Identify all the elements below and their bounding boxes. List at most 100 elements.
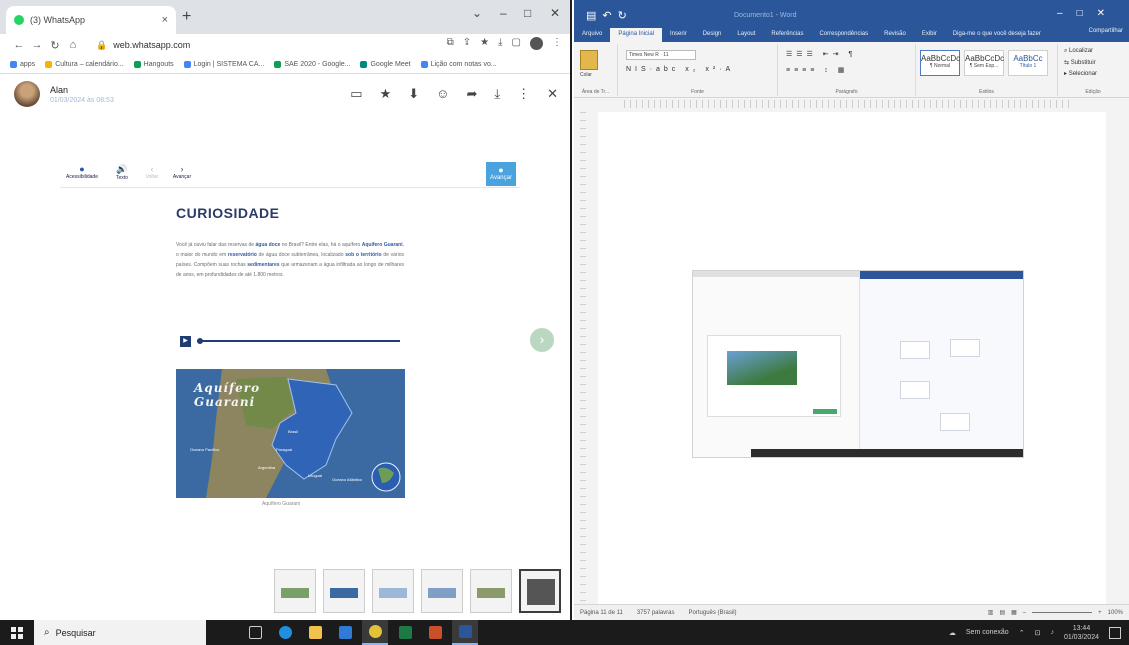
avatar[interactable] bbox=[14, 81, 40, 107]
share-icon[interactable]: ⇪ bbox=[463, 37, 471, 50]
print-layout-icon[interactable]: ▤ bbox=[999, 609, 1005, 616]
zoom-level[interactable]: 100% bbox=[1108, 610, 1123, 616]
message-icon[interactable]: ▭ bbox=[350, 86, 362, 102]
ribbon-tab[interactable]: Inserir bbox=[662, 28, 695, 42]
vertical-ruler[interactable] bbox=[580, 112, 586, 602]
powerpoint-icon[interactable] bbox=[422, 620, 448, 645]
close-window-icon[interactable]: ✕ bbox=[550, 6, 560, 20]
bookmark-item[interactable]: apps bbox=[10, 61, 35, 68]
forward-button[interactable]: › Avançar bbox=[162, 164, 202, 180]
chevron-up-icon[interactable]: ⌃ bbox=[1019, 629, 1025, 637]
weather-icon[interactable]: ☁ bbox=[949, 629, 956, 637]
ribbon-tab[interactable]: Referências bbox=[763, 28, 811, 42]
edge-icon[interactable] bbox=[272, 620, 298, 645]
format-buttons[interactable]: NIS·abc x₂ x²·A bbox=[626, 66, 734, 73]
ribbon-tab[interactable]: Revisão bbox=[876, 28, 914, 42]
star-icon[interactable]: ★ bbox=[380, 86, 392, 102]
read-mode-icon[interactable]: ▥ bbox=[988, 609, 994, 616]
start-button[interactable] bbox=[0, 620, 34, 645]
reload-icon[interactable]: ↻ bbox=[46, 39, 64, 52]
bookmark-item[interactable]: Cultura – calendário... bbox=[45, 61, 124, 68]
url-field[interactable]: 🔒 web.whatsapp.com bbox=[96, 36, 396, 54]
ribbon-tab[interactable]: Correspondências bbox=[811, 28, 876, 42]
page-count[interactable]: Página 11 de 11 bbox=[580, 610, 623, 616]
maximize-icon[interactable]: □ bbox=[524, 6, 531, 20]
task-view-icon[interactable] bbox=[242, 620, 268, 645]
forward-icon[interactable]: ➦ bbox=[466, 86, 477, 102]
word-icon[interactable] bbox=[452, 620, 478, 645]
volume-icon[interactable]: ♪ bbox=[1050, 629, 1054, 636]
browser-tab[interactable]: (3) WhatsApp × bbox=[6, 6, 176, 34]
web-layout-icon[interactable]: ▦ bbox=[1011, 609, 1017, 616]
bookmark-item[interactable]: Login | SISTEMA CA... bbox=[183, 61, 264, 68]
ribbon-tab[interactable]: Arquivo bbox=[574, 28, 610, 42]
menu-icon[interactable]: ⋮ bbox=[517, 86, 530, 102]
style-normal[interactable]: AaBbCcDc ¶ Normal bbox=[920, 50, 960, 76]
font-name-box[interactable]: Times New R · 11 bbox=[626, 50, 696, 60]
language-status[interactable]: Português (Brasil) bbox=[689, 610, 737, 616]
align-buttons[interactable]: ≡≡≡≡ ↕ ▦ bbox=[786, 66, 848, 74]
style-no-spacing[interactable]: AaBbCcDc ¶ Sem Esp... bbox=[964, 50, 1004, 76]
audio-progress-knob[interactable] bbox=[197, 338, 203, 344]
style-heading1[interactable]: AaBbCc Título 1 bbox=[1008, 50, 1048, 76]
horizontal-ruler[interactable] bbox=[624, 100, 1074, 108]
media-thumbnail[interactable] bbox=[470, 569, 512, 613]
find-button[interactable]: ⌕ Localizar bbox=[1064, 48, 1093, 55]
window-controls[interactable]: –□✕ bbox=[1057, 8, 1119, 19]
share-button[interactable]: Compartilhar bbox=[1089, 28, 1129, 42]
ribbon-tab[interactable]: Design bbox=[695, 28, 730, 42]
play-icon[interactable]: ▶ bbox=[180, 335, 191, 347]
bookmark-item[interactable]: SAE 2020 - Google... bbox=[274, 61, 350, 68]
zoom-out-icon[interactable]: – bbox=[1023, 610, 1026, 616]
media-thumbnail-selected[interactable] bbox=[519, 569, 561, 613]
network-status[interactable]: Sem conexão bbox=[966, 629, 1009, 636]
taskbar-search[interactable]: ⌕ Pesquisar bbox=[34, 620, 206, 645]
forward-arrow-icon[interactable]: → bbox=[28, 39, 46, 51]
network-icon[interactable]: ⊡ bbox=[1035, 629, 1041, 637]
word-count[interactable]: 3757 palavras bbox=[637, 610, 675, 616]
notification-icon[interactable] bbox=[1109, 626, 1121, 639]
close-icon[interactable]: ✕ bbox=[547, 86, 558, 102]
sidebar-icon[interactable]: ▢ bbox=[512, 37, 521, 50]
pin-icon[interactable]: ⬇ bbox=[408, 86, 419, 102]
minimize-icon[interactable]: – bbox=[500, 6, 507, 20]
browser-menu-icon[interactable]: ⋮ bbox=[552, 37, 562, 50]
chrome-icon[interactable] bbox=[362, 620, 388, 645]
file-explorer-icon[interactable] bbox=[302, 620, 328, 645]
zoom-in-icon[interactable]: + bbox=[1098, 610, 1102, 616]
translate-icon[interactable]: ⧉ bbox=[447, 37, 454, 50]
media-thumbnail[interactable] bbox=[323, 569, 365, 613]
bookmark-star-icon[interactable]: ★ bbox=[480, 37, 489, 50]
ribbon-tab[interactable]: Layout bbox=[729, 28, 763, 42]
media-thumbnail[interactable] bbox=[421, 569, 463, 613]
download-icon[interactable]: ⤓ bbox=[494, 86, 500, 102]
media-thumbnail[interactable] bbox=[274, 569, 316, 613]
replace-button[interactable]: ⇆ Substituir bbox=[1064, 59, 1096, 66]
close-tab-icon[interactable]: × bbox=[162, 14, 168, 26]
profile-avatar-icon[interactable] bbox=[530, 37, 543, 50]
list-buttons[interactable]: ☰☰☰ ⇤⇥ ¶ bbox=[786, 50, 856, 58]
mail-icon[interactable] bbox=[332, 620, 358, 645]
pasted-screenshot-image[interactable] bbox=[692, 270, 1024, 458]
paste-icon[interactable] bbox=[580, 50, 598, 70]
ribbon-tab[interactable]: Página Inicial bbox=[610, 28, 663, 42]
new-tab-button[interactable]: + bbox=[182, 8, 191, 26]
excel-icon[interactable] bbox=[392, 620, 418, 645]
bookmark-item[interactable]: Google Meet bbox=[360, 61, 411, 68]
bookmark-item[interactable]: Hangouts bbox=[133, 61, 174, 68]
clock[interactable]: 13:44 01/03/2024 bbox=[1064, 624, 1099, 642]
home-icon[interactable]: ⌂ bbox=[64, 39, 82, 51]
zoom-slider[interactable] bbox=[1032, 612, 1093, 613]
ribbon-tab[interactable]: Exibir bbox=[914, 28, 945, 42]
media-thumbnail[interactable] bbox=[372, 569, 414, 613]
download-icon[interactable]: ⤓ bbox=[498, 37, 502, 50]
bookmark-item[interactable]: Lição com notas vo... bbox=[420, 61, 497, 68]
next-arrow-button[interactable]: › bbox=[530, 328, 554, 352]
emoji-icon[interactable]: ☺ bbox=[436, 86, 449, 102]
select-button[interactable]: ▸ Selecionar bbox=[1064, 70, 1097, 77]
audio-progress-track[interactable] bbox=[197, 338, 400, 344]
back-arrow-icon[interactable]: ← bbox=[10, 39, 28, 51]
chevron-down-icon[interactable]: ⌄ bbox=[472, 6, 482, 20]
quick-access-toolbar[interactable]: ▤↶↻ bbox=[586, 9, 633, 22]
ribbon-tab[interactable]: Diga-me o que você deseja fazer bbox=[945, 28, 1049, 42]
